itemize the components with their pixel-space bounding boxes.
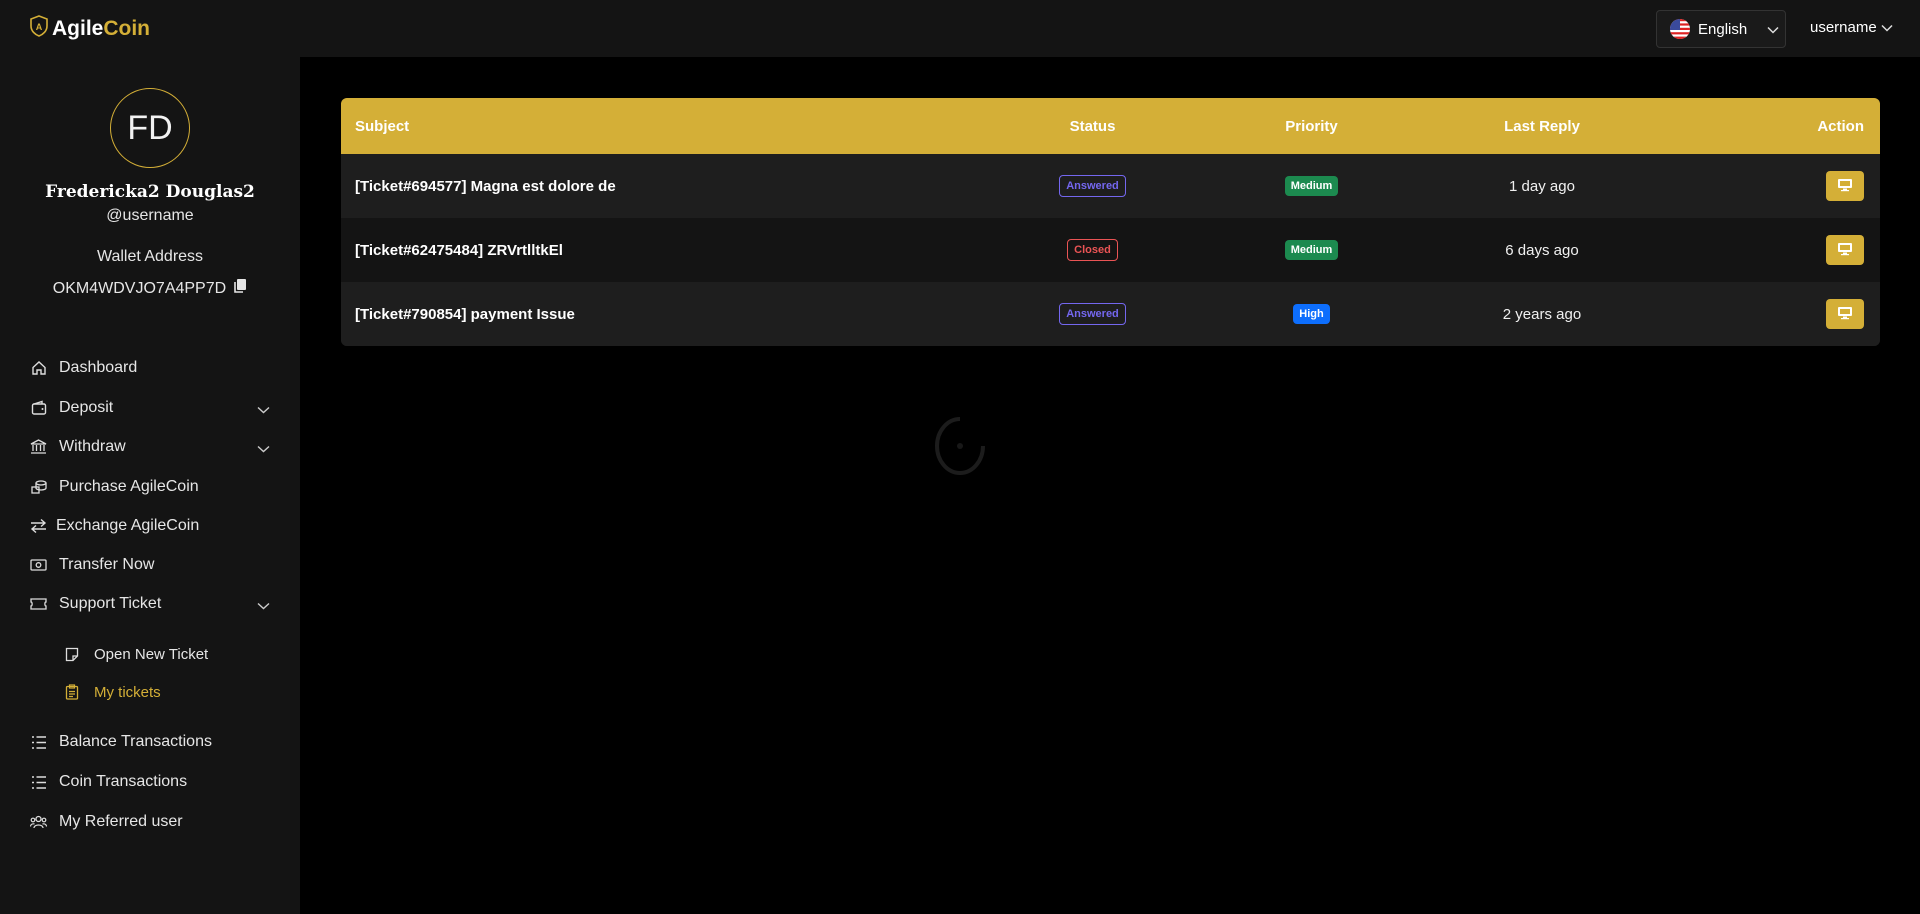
sidebar-subitem-label: Open New Ticket xyxy=(94,645,209,663)
column-header-priority: Priority xyxy=(1285,117,1338,135)
sidebar-item-support-ticket[interactable]: Support Ticket xyxy=(29,589,274,619)
table-header: Subject Status Priority Last Reply Actio… xyxy=(341,98,1880,154)
language-label: English xyxy=(1698,20,1748,38)
wallet-address-row: OKM4WDVJO7A4PP7D xyxy=(0,278,300,299)
wallet-address: OKM4WDVJO7A4PP7D xyxy=(52,279,227,297)
priority-badge: High xyxy=(1293,304,1330,324)
desktop-icon xyxy=(1837,178,1853,195)
loading-spinner-icon xyxy=(935,416,985,476)
sidebar: FD Fredericka2 Douglas2 @username Wallet… xyxy=(0,57,300,914)
note-icon xyxy=(65,645,83,663)
sidebar-item-label: My Referred user xyxy=(59,813,183,830)
list-icon xyxy=(29,773,48,792)
ticket-icon xyxy=(29,595,48,614)
us-flag-icon xyxy=(1670,19,1690,39)
priority-badge: Medium xyxy=(1284,240,1339,260)
sidebar-item-label: Support Ticket xyxy=(59,595,162,612)
last-reply: 1 day ago xyxy=(1509,177,1575,195)
desktop-icon xyxy=(1837,306,1853,323)
status-badge: Answered xyxy=(1059,175,1126,197)
chevron-down-icon xyxy=(1881,19,1893,36)
view-ticket-button[interactable] xyxy=(1826,235,1864,265)
sidebar-item-label: Purchase AgileCoin xyxy=(59,478,199,495)
sidebar-item-withdraw[interactable]: Withdraw xyxy=(29,432,274,462)
status-badge: Closed xyxy=(1067,239,1118,261)
column-header-status: Status xyxy=(1069,117,1116,135)
chevron-down-icon xyxy=(257,440,270,458)
sidebar-item-label: Balance Transactions xyxy=(59,733,212,750)
chevron-down-icon xyxy=(257,401,270,419)
sidebar-item-transfer-now[interactable]: Transfer Now xyxy=(29,550,274,580)
sidebar-item-coin-transactions[interactable]: Coin Transactions xyxy=(29,767,274,797)
sidebar-item-label: Transfer Now xyxy=(59,556,155,573)
logo-text-coin: Coin xyxy=(103,17,150,40)
wallet-icon xyxy=(29,399,48,418)
sidebar-item-balance-transactions[interactable]: Balance Transactions xyxy=(29,727,274,757)
users-icon xyxy=(29,813,48,832)
home-icon xyxy=(29,359,48,378)
view-ticket-button[interactable] xyxy=(1826,171,1864,201)
avatar-initials: FD xyxy=(127,108,173,147)
logo-text-agile: Agile xyxy=(52,17,104,40)
logo-icon: A xyxy=(29,15,49,43)
last-reply: 2 years ago xyxy=(1502,305,1582,323)
sidebar-item-label: Deposit xyxy=(59,399,114,416)
exchange-icon xyxy=(29,517,48,536)
priority-badge: Medium xyxy=(1284,176,1339,196)
sidebar-item-label: Withdraw xyxy=(59,438,126,455)
list-icon xyxy=(29,733,48,752)
last-reply: 6 days ago xyxy=(1505,241,1579,259)
sidebar-subitem-open-new-ticket[interactable]: Open New Ticket xyxy=(65,642,208,666)
coins-icon xyxy=(29,478,48,497)
chevron-down-icon xyxy=(257,597,270,615)
user-handle: @username xyxy=(106,207,194,224)
user-menu[interactable]: username xyxy=(1810,19,1893,36)
view-ticket-button[interactable] xyxy=(1826,299,1864,329)
user-full-name: Fredericka2 Douglas2 xyxy=(45,182,255,202)
sidebar-item-label: Exchange AgileCoin xyxy=(56,517,200,534)
column-header-subject: Subject xyxy=(355,117,410,135)
sidebar-subitem-label: My tickets xyxy=(94,683,161,701)
sidebar-item-deposit[interactable]: Deposit xyxy=(29,393,274,423)
logo[interactable]: A Agile Coin xyxy=(29,15,150,43)
sidebar-item-exchange-agilecoin[interactable]: Exchange AgileCoin xyxy=(29,511,274,541)
column-header-action: Action xyxy=(1817,117,1864,135)
chevron-down-icon xyxy=(1767,21,1779,38)
ticket-subject: [Ticket#790854] payment Issue xyxy=(355,305,575,323)
tickets-table: Subject Status Priority Last Reply Actio… xyxy=(341,98,1880,346)
table-row: [Ticket#62475484] ZRVrtlltkEl Closed Med… xyxy=(341,218,1880,282)
top-bar: A Agile Coin English username xyxy=(0,0,1920,57)
table-row: [Ticket#694577] Magna est dolore de Answ… xyxy=(341,154,1880,218)
sidebar-item-label: Dashboard xyxy=(59,359,138,376)
sidebar-item-my-referred-user[interactable]: My Referred user xyxy=(29,807,274,837)
table-row: [Ticket#790854] payment Issue Answered H… xyxy=(341,282,1880,346)
copy-icon[interactable] xyxy=(233,278,247,299)
status-badge: Answered xyxy=(1059,303,1126,325)
sidebar-subitem-my-tickets[interactable]: My tickets xyxy=(65,680,161,704)
bank-icon xyxy=(29,438,48,457)
language-selector[interactable]: English xyxy=(1656,10,1786,48)
sidebar-item-label: Coin Transactions xyxy=(59,773,188,790)
wallet-label: Wallet Address xyxy=(96,248,204,265)
sidebar-item-dashboard[interactable]: Dashboard xyxy=(29,353,274,383)
desktop-icon xyxy=(1837,242,1853,259)
sidebar-item-purchase-agilecoin[interactable]: Purchase AgileCoin xyxy=(29,472,274,502)
column-header-last-reply: Last Reply xyxy=(1504,117,1580,135)
avatar: FD xyxy=(110,88,190,168)
clipboard-icon xyxy=(65,683,83,701)
user-menu-label: username xyxy=(1810,19,1877,36)
money-icon xyxy=(29,556,48,575)
svg-text:A: A xyxy=(36,22,43,32)
ticket-subject: [Ticket#62475484] ZRVrtlltkEl xyxy=(355,241,563,259)
ticket-subject: [Ticket#694577] Magna est dolore de xyxy=(355,177,616,195)
